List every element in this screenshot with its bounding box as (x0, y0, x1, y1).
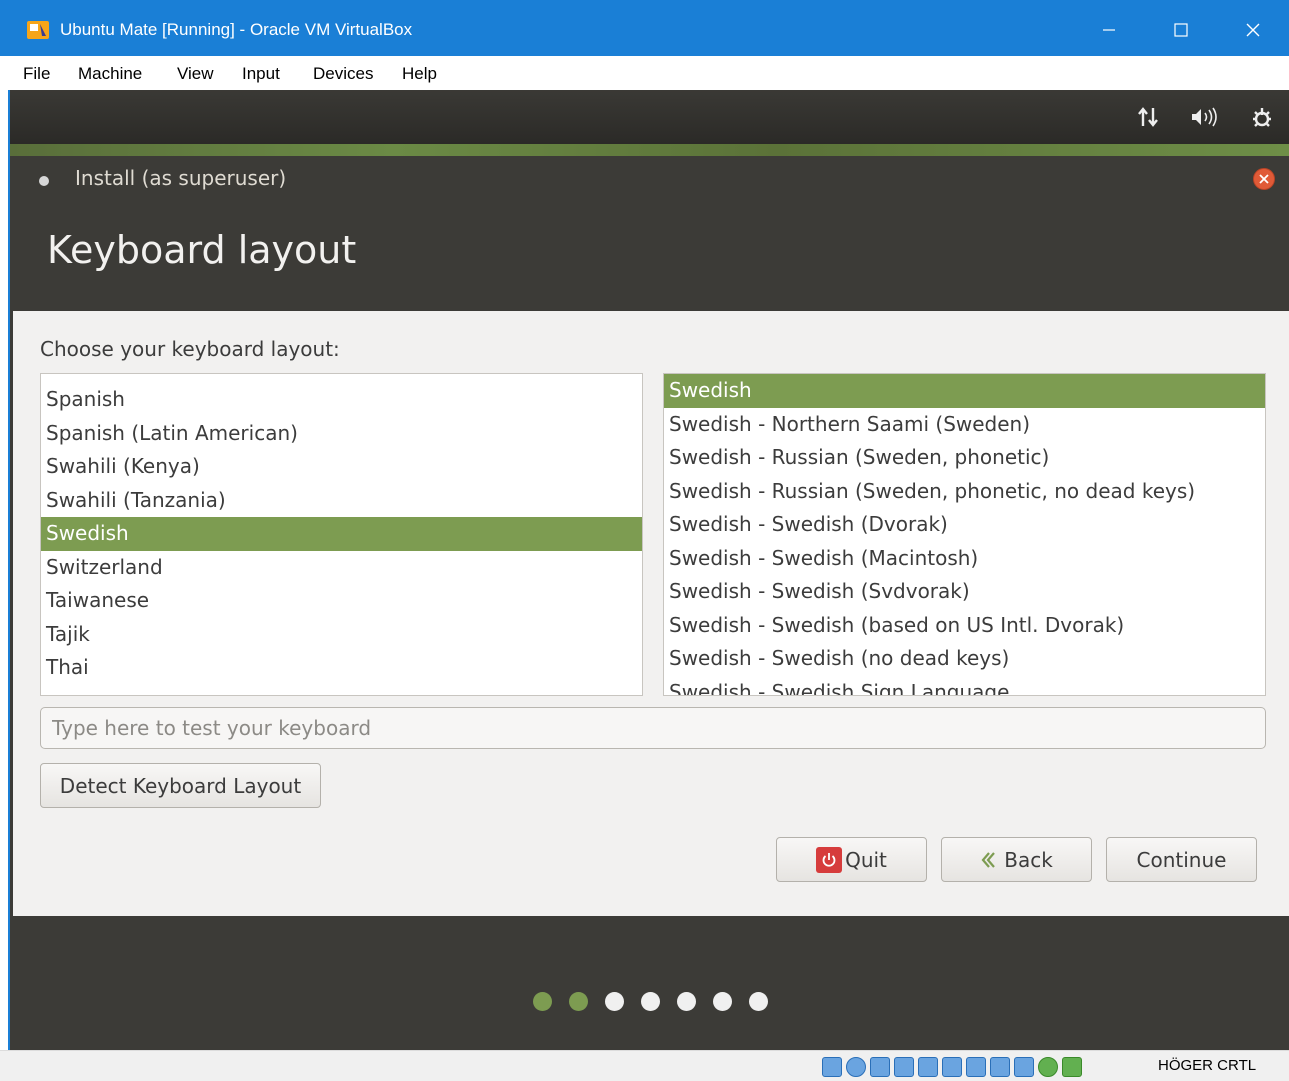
variant-item[interactable]: Swedish - Swedish (based on US Intl. Dvo… (664, 609, 1265, 643)
progress-dot-done (533, 992, 552, 1011)
installer-header: Install (as superuser) Keyboard layout (13, 156, 1289, 311)
guest-screen: Install (as superuser) Keyboard layout C… (10, 90, 1289, 1050)
menu-devices[interactable]: Devices (313, 64, 373, 84)
variant-item[interactable]: Swedish - Swedish (Macintosh) (664, 542, 1265, 576)
menubar: File Machine View Input Devices Help (0, 56, 1289, 90)
progress-dot (677, 992, 696, 1011)
variant-list[interactable]: Swedish Swedish - Northern Saami (Sweden… (663, 373, 1266, 696)
installer-content: Choose your keyboard layout: Spanish Spa… (13, 311, 1289, 916)
menu-machine[interactable]: Machine (78, 64, 142, 84)
installer-close-button[interactable] (1253, 168, 1275, 190)
window-titlebar[interactable]: Ubuntu Mate [Running] - Oracle VM Virtua… (0, 0, 1289, 56)
layout-item-selected[interactable]: Swedish (41, 517, 642, 551)
layout-item[interactable]: Taiwanese (41, 584, 642, 618)
menu-file[interactable]: File (23, 64, 50, 84)
page-title: Keyboard layout (47, 228, 357, 272)
layout-prompt: Choose your keyboard layout: (40, 337, 340, 361)
progress-dot (605, 992, 624, 1011)
close-icon (1246, 23, 1260, 37)
window-title: Ubuntu Mate [Running] - Oracle VM Virtua… (60, 20, 413, 39)
layout-item[interactable]: Tajik (41, 618, 642, 652)
minimize-button[interactable] (1086, 8, 1132, 52)
network-icon (1138, 107, 1158, 127)
host-key-label: HÖGER CRTL (1158, 1057, 1257, 1074)
virtualization-icon[interactable] (1014, 1057, 1034, 1077)
installer-footer (13, 916, 1289, 1050)
virtualbox-icon (27, 21, 49, 39)
optical-drive-icon[interactable] (846, 1057, 866, 1077)
menu-input[interactable]: Input (242, 64, 280, 84)
network-adapter-icon[interactable] (894, 1057, 914, 1077)
continue-label: Continue (1136, 847, 1227, 872)
volume-icon (1192, 107, 1217, 127)
layout-item[interactable]: Swahili (Kenya) (41, 450, 642, 484)
hard-disk-icon[interactable] (822, 1057, 842, 1077)
variant-item[interactable]: Swedish - Russian (Sweden, phonetic, no … (664, 475, 1265, 509)
layout-item[interactable]: Thai (41, 651, 642, 685)
display-icon[interactable] (966, 1057, 986, 1077)
variant-item[interactable]: Swedish - Swedish (no dead keys) (664, 642, 1265, 676)
close-icon (1259, 174, 1269, 184)
video-capture-icon[interactable] (990, 1057, 1010, 1077)
keyboard-test-input[interactable] (40, 707, 1266, 749)
progress-dot (713, 992, 732, 1011)
back-button[interactable]: Back (941, 837, 1092, 882)
power-icon (816, 846, 843, 873)
variant-item[interactable]: Swedish - Northern Saami (Sweden) (664, 408, 1265, 442)
maximize-icon (1174, 23, 1188, 37)
layout-item[interactable]: Swahili (Tanzania) (41, 484, 642, 518)
settings-icon (1253, 108, 1271, 127)
usb-icon[interactable] (918, 1057, 938, 1077)
close-button[interactable] (1230, 8, 1276, 52)
back-label: Back (1004, 847, 1053, 872)
mouse-integration-icon[interactable] (1038, 1057, 1058, 1077)
quit-label: Quit (845, 847, 887, 872)
detect-layout-button[interactable]: Detect Keyboard Layout (40, 763, 321, 808)
menu-help[interactable]: Help (402, 64, 437, 84)
desktop-wallpaper-strip (10, 144, 1289, 156)
layout-item[interactable]: Switzerland (41, 551, 642, 585)
settings-indicator[interactable] (1250, 106, 1274, 130)
volume-indicator[interactable] (1190, 106, 1220, 128)
variant-item[interactable]: Swedish - Swedish (Dvorak) (664, 508, 1265, 542)
maximize-button[interactable] (1158, 8, 1204, 52)
variant-item[interactable]: Swedish - Swedish (Svdvorak) (664, 575, 1265, 609)
progress-dot (749, 992, 768, 1011)
variant-item-selected[interactable]: Swedish (664, 374, 1265, 408)
chevron-left-icon (980, 850, 996, 870)
shared-folders-icon[interactable] (942, 1057, 962, 1077)
window-menu-icon[interactable] (39, 176, 49, 186)
quit-button[interactable]: Quit (776, 837, 927, 882)
progress-dots (533, 992, 768, 1011)
minimize-icon (1103, 29, 1115, 31)
variant-item[interactable]: Swedish - Swedish Sign Language (664, 676, 1265, 696)
window-left-border (0, 90, 10, 1050)
progress-dot (641, 992, 660, 1011)
device-icons (822, 1057, 1082, 1077)
layout-item[interactable]: Spanish (41, 383, 642, 417)
variant-item[interactable]: Swedish - Russian (Sweden, phonetic) (664, 441, 1265, 475)
installer-window-title: Install (as superuser) (75, 166, 287, 190)
network-indicator[interactable] (1136, 106, 1162, 128)
audio-icon[interactable] (870, 1057, 890, 1077)
top-panel (10, 90, 1289, 144)
menu-view[interactable]: View (177, 64, 214, 84)
keyboard-capture-icon[interactable] (1062, 1057, 1082, 1077)
layout-item[interactable]: Spanish (Latin American) (41, 417, 642, 451)
continue-button[interactable]: Continue (1106, 837, 1257, 882)
statusbar: HÖGER CRTL (0, 1050, 1289, 1081)
layout-list[interactable]: Spanish Spanish (Latin American) Swahili… (40, 373, 643, 696)
detect-layout-label: Detect Keyboard Layout (59, 773, 302, 798)
progress-dot-done (569, 992, 588, 1011)
